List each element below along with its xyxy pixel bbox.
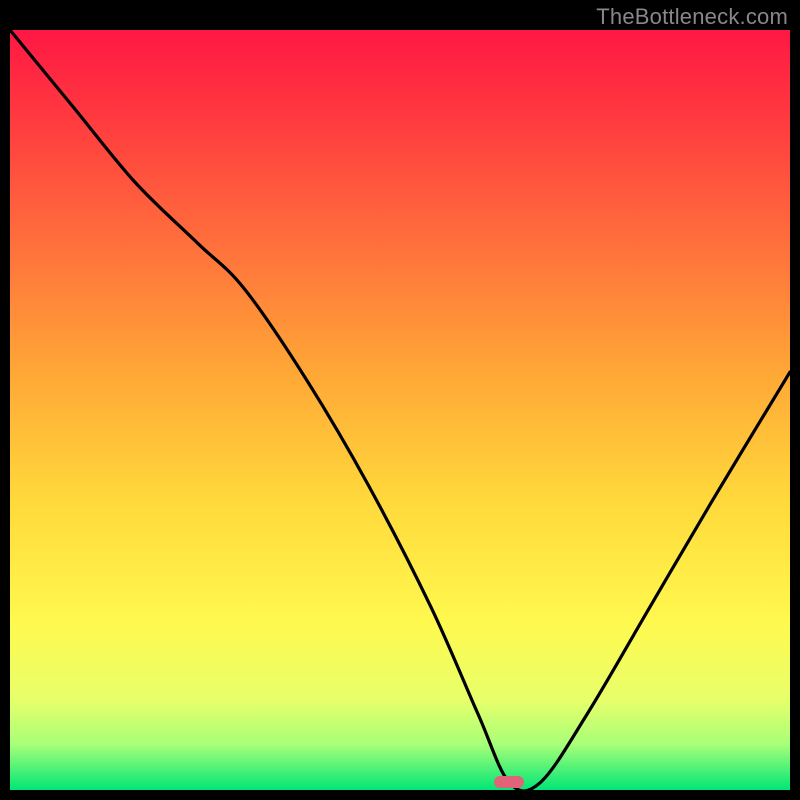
chart-frame xyxy=(10,30,790,790)
chart-background-gradient xyxy=(10,30,790,790)
watermark-text: TheBottleneck.com xyxy=(596,4,788,30)
optimal-point-marker xyxy=(494,776,524,788)
